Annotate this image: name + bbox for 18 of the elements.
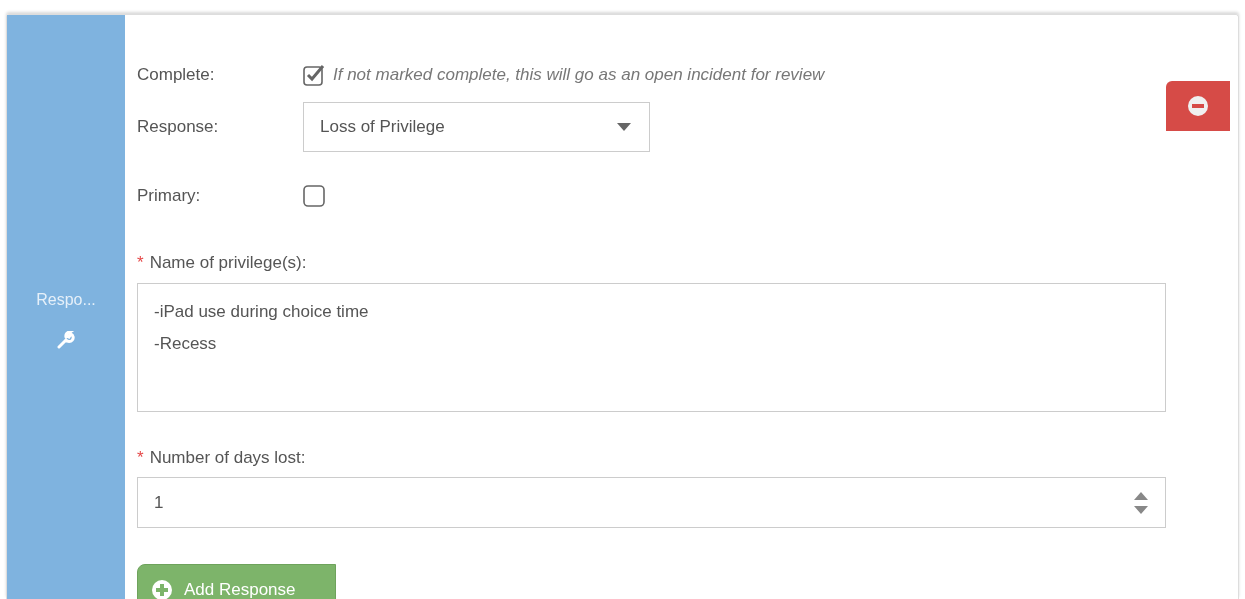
response-dropdown[interactable]: Loss of Privilege: [303, 102, 650, 152]
text-area[interactable]: -iPad use during choice time -Recess: [137, 283, 1166, 412]
checkbox[interactable]: [303, 185, 325, 207]
remove-button[interactable]: [1166, 81, 1230, 131]
field-label: Number of days lost:: [149, 448, 306, 468]
field-label: Response:: [137, 117, 219, 136]
number-field[interactable]: 1: [137, 477, 1166, 528]
checkbox[interactable]: [303, 64, 325, 86]
field-label: Name of privilege(s):: [149, 253, 307, 273]
caret-icon: [617, 123, 631, 131]
field-label: Primary:: [137, 186, 201, 205]
wrench-icon[interactable]: [57, 331, 75, 349]
minus-circle-icon: [1188, 96, 1208, 116]
field-label: Complete:: [137, 65, 215, 84]
hint-text: If not marked complete, this will go as an open incident for review: [333, 65, 825, 85]
required-mark: *: [137, 448, 144, 468]
sidebar-label: Respo...: [36, 291, 96, 309]
required-mark: *: [137, 253, 144, 273]
